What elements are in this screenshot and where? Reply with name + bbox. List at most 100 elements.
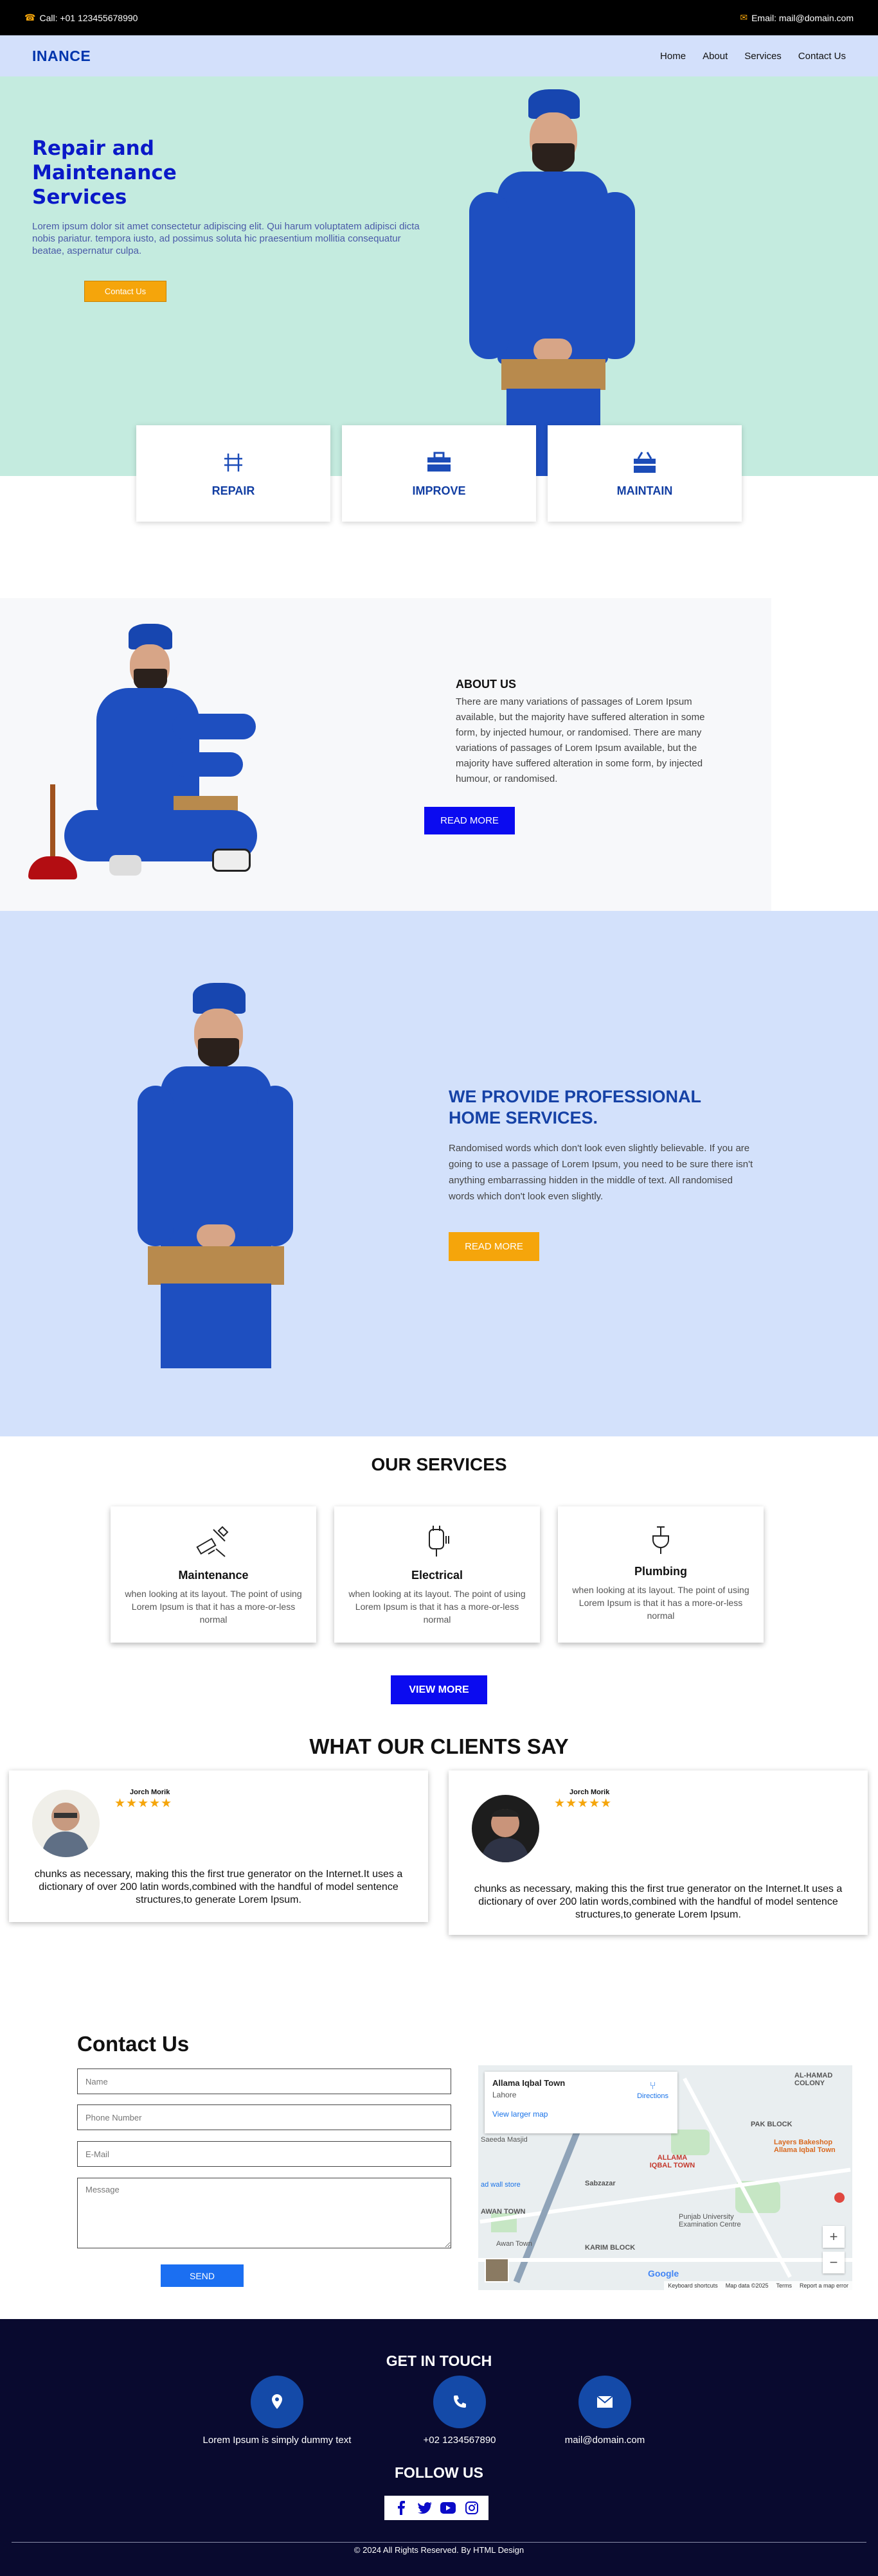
view-larger-map-link[interactable]: View larger map xyxy=(492,2110,670,2119)
electrical-plug-icon xyxy=(418,1523,456,1562)
map-label: Sabzazar xyxy=(585,2180,616,2187)
email-text: mail@domain.com xyxy=(564,2435,645,2446)
zoom-in-button[interactable]: + xyxy=(823,2226,845,2248)
testimonial-card: Jorch Morik ★★★★★ chunks as necessary, m… xyxy=(9,1770,428,1922)
about-title: ABOUT US xyxy=(456,678,516,691)
contact-us-button[interactable]: Contact Us xyxy=(84,281,166,302)
service-name: Electrical xyxy=(411,1569,463,1582)
top-bar: ☎ Call: +01 123455678990 ✉ Email: mail@d… xyxy=(0,0,878,35)
twitter-icon[interactable] xyxy=(417,2500,433,2516)
copyright-text: © 2024 All Rights Reserved. By HTML Desi… xyxy=(354,2545,524,2555)
map-label: Saeeda Masjid xyxy=(481,2136,528,2144)
clients-title: WHAT OUR CLIENTS SAY xyxy=(309,1734,569,1758)
feature-cards: REPAIR IMPROVE MAINTAIN xyxy=(136,425,742,522)
pro-worker-image xyxy=(135,983,293,1368)
avatar xyxy=(472,1795,539,1862)
map-data-text: Map data ©2025 xyxy=(725,2282,769,2289)
map-label: PAK BLOCK xyxy=(751,2121,793,2128)
hero-text: Lorem ipsum dolor sit amet consectetur a… xyxy=(32,221,420,256)
feature-card-improve[interactable]: IMPROVE xyxy=(342,425,536,522)
address-text: Lorem Ipsum is simply dummy text xyxy=(202,2435,352,2446)
client-name: Jorch Morik xyxy=(569,1788,610,1796)
service-desc: when looking at its layout. The point of… xyxy=(572,1585,749,1621)
plumbing-sink-icon xyxy=(641,1523,680,1558)
hero-section: Repair and Maintenance Services Lorem ip… xyxy=(0,76,878,476)
youtube-icon[interactable] xyxy=(440,2500,456,2516)
footer-divider xyxy=(12,2542,866,2543)
service-name: Maintenance xyxy=(178,1569,249,1582)
satellite-toggle[interactable] xyxy=(485,2258,509,2282)
rating-stars: ★★★★★ xyxy=(554,1797,613,1810)
footer: GET IN TOUCH Lorem Ipsum is simply dummy… xyxy=(0,2319,878,2576)
feature-label: IMPROVE xyxy=(412,484,466,497)
map-pin-icon xyxy=(834,2192,845,2203)
contact-title: Contact Us xyxy=(77,2032,190,2056)
view-more-button[interactable]: VIEW MORE xyxy=(391,1675,487,1704)
keyboard-shortcuts-link[interactable]: Keyboard shortcuts xyxy=(668,2282,718,2289)
email-text: Email: mail@domain.com xyxy=(751,12,854,23)
service-desc: when looking at its layout. The point of… xyxy=(125,1589,302,1625)
feature-label: REPAIR xyxy=(211,484,255,497)
map-label: KARIM BLOCK xyxy=(585,2244,636,2252)
email-field[interactable] xyxy=(77,2141,451,2167)
rating-stars: ★★★★★ xyxy=(114,1797,173,1810)
message-field[interactable] xyxy=(77,2178,451,2248)
pro-read-more-button[interactable]: READ MORE xyxy=(449,1232,539,1261)
about-text: There are many variations of passages of… xyxy=(456,696,705,784)
brand-logo[interactable]: INANCE xyxy=(32,48,91,65)
map-label: Awan Town xyxy=(496,2240,532,2248)
zoom-out-button[interactable]: − xyxy=(823,2252,845,2273)
tools-icon xyxy=(220,450,246,475)
directions-label: Directions xyxy=(637,2092,668,2100)
envelope-icon: ✉ xyxy=(740,12,748,22)
embedded-map[interactable]: AL-HAMAD COLONY PAK BLOCK Layers Bakesho… xyxy=(478,2065,852,2290)
toolbox-icon xyxy=(426,450,452,475)
directions-icon: ⑂ xyxy=(649,2081,656,2092)
testimonial-card: Jorch Morik ★★★★★ chunks as necessary, m… xyxy=(449,1770,868,1935)
service-card-maintenance[interactable]: Maintenance when looking at its layout. … xyxy=(111,1506,316,1643)
map-label: ALLAMA IQBAL TOWN xyxy=(649,2154,695,2169)
services-title: OUR SERVICES xyxy=(371,1454,507,1474)
map-attribution: Keyboard shortcuts Map data ©2025 Terms … xyxy=(664,2281,852,2290)
about-section: ABOUT US There are many variations of pa… xyxy=(0,598,771,911)
terms-link[interactable]: Terms xyxy=(776,2282,792,2289)
nav-menu: Home About Services Contact Us xyxy=(660,51,846,62)
send-button[interactable]: SEND xyxy=(161,2264,244,2287)
nav-services[interactable]: Services xyxy=(744,51,782,62)
feature-card-maintain[interactable]: MAINTAIN xyxy=(548,425,742,522)
google-logo: Google xyxy=(648,2268,679,2279)
service-name: Plumbing xyxy=(634,1565,687,1578)
map-label: AL-HAMAD COLONY xyxy=(794,2072,833,2087)
testimonial-text: chunks as necessary, making this the fir… xyxy=(34,1869,403,1905)
instagram-icon[interactable] xyxy=(464,2500,479,2516)
about-read-more-button[interactable]: READ MORE xyxy=(424,807,515,834)
nav-home[interactable]: Home xyxy=(660,51,686,62)
follow-us-title: FOLLOW US xyxy=(395,2464,483,2481)
phone-icon xyxy=(433,2376,486,2428)
nav-about[interactable]: About xyxy=(703,51,728,62)
toolkit-icon xyxy=(632,450,658,475)
phone-field[interactable] xyxy=(77,2104,451,2130)
get-in-touch-title: GET IN TOUCH xyxy=(386,2352,492,2369)
call-info: ☎ Call: +01 123455678990 xyxy=(24,12,138,23)
client-name: Jorch Morik xyxy=(130,1788,170,1796)
directions-button[interactable]: ⑂ Directions xyxy=(637,2081,668,2100)
phone-icon: ☎ xyxy=(24,12,36,22)
report-error-link[interactable]: Report a map error xyxy=(800,2282,848,2289)
envelope-icon xyxy=(578,2376,631,2428)
map-label: Punjab University Examination Centre xyxy=(679,2213,741,2228)
service-card-plumbing[interactable]: Plumbing when looking at its layout. The… xyxy=(558,1506,764,1643)
nav-contact[interactable]: Contact Us xyxy=(798,51,846,62)
name-field[interactable] xyxy=(77,2069,451,2094)
location-icon xyxy=(251,2376,303,2428)
facebook-icon[interactable] xyxy=(393,2500,409,2516)
service-card-electrical[interactable]: Electrical when looking at its layout. T… xyxy=(334,1506,540,1643)
about-worker-image xyxy=(26,624,283,887)
feature-card-repair[interactable]: REPAIR xyxy=(136,425,330,522)
call-text: Call: +01 123455678990 xyxy=(39,12,138,23)
hero-worker-image xyxy=(459,89,645,476)
hero-title: Repair and Maintenance Services xyxy=(32,137,177,209)
map-label: Layers Bakeshop Allama Iqbal Town xyxy=(774,2139,836,2154)
testimonial-text: chunks as necessary, making this the fir… xyxy=(474,1883,843,1920)
pro-title: WE PROVIDE PROFESSIONAL HOME SERVICES. xyxy=(449,1087,701,1127)
